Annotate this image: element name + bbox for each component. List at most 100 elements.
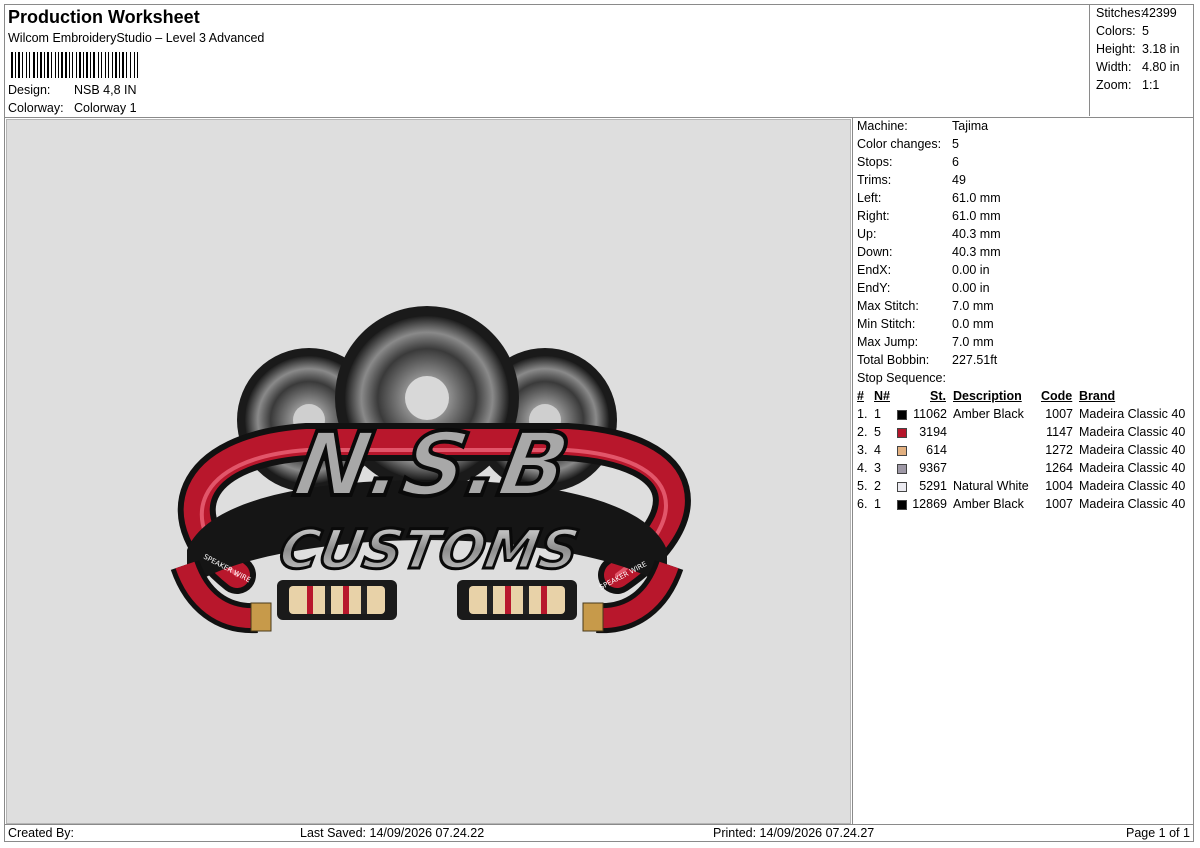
machine-info-label: Left: — [857, 191, 882, 205]
machine-info-value: 6 — [952, 155, 959, 169]
row-needle: 1 — [874, 407, 881, 421]
left-connector — [277, 580, 397, 620]
machine-info-label: Up: — [857, 227, 877, 241]
row-stitches: 3194 — [919, 425, 947, 439]
thread-color-swatch — [897, 428, 907, 438]
stat-colors: Colors: 5 — [1096, 24, 1149, 38]
stitches-value: 42399 — [1142, 6, 1177, 20]
thread-color-swatch — [897, 482, 907, 492]
machine-info-value: 40.3 mm — [952, 227, 1001, 241]
machine-info-label: EndY: — [857, 281, 891, 295]
row-needle: 1 — [874, 497, 881, 511]
colors-value: 5 — [1142, 24, 1149, 38]
machine-info-label: Max Jump: — [857, 335, 919, 349]
row-description: Natural White — [953, 479, 1029, 493]
panel-divider — [852, 117, 853, 824]
page-title: Production Worksheet — [8, 7, 200, 27]
row-code: 1004 — [1045, 479, 1073, 493]
machine-info-value: 7.0 mm — [952, 335, 994, 349]
stitches-label: Stitches: — [1096, 6, 1144, 20]
footer-divider — [4, 824, 1194, 825]
height-value: 3.18 in — [1142, 42, 1180, 56]
row-brand: Madeira Classic 40 — [1079, 461, 1186, 475]
logo-nsb-text: N.S.B — [288, 414, 577, 516]
right-connector — [457, 580, 577, 620]
row-brand: Madeira Classic 40 — [1079, 479, 1186, 493]
col-header-needle: N# — [874, 389, 890, 403]
row-number: 5. — [857, 479, 868, 493]
page-number: Page 1 of 1 — [1126, 826, 1190, 840]
thread-color-swatch — [897, 500, 907, 510]
machine-info-value: 227.51ft — [952, 353, 998, 367]
machine-info-value: 61.0 mm — [952, 191, 1001, 205]
header-divider — [4, 117, 1194, 118]
row-brand: Madeira Classic 40 — [1079, 425, 1186, 439]
machine-info-label: Color changes: — [857, 137, 942, 151]
software-name: Wilcom EmbroideryStudio – Level 3 Advanc… — [8, 31, 265, 45]
row-needle: 5 — [874, 425, 881, 439]
machine-info-value: 0.00 in — [952, 263, 990, 277]
design-row: Design: NSB 4,8 IN — [8, 83, 137, 97]
colorway-label: Colorway: — [8, 101, 64, 115]
machine-info-label: Total Bobbin: — [857, 353, 930, 367]
row-needle: 4 — [874, 443, 881, 457]
colorway-value: Colorway 1 — [74, 101, 137, 115]
height-label: Height: — [1096, 42, 1136, 56]
machine-info-label: Max Stitch: — [857, 299, 919, 313]
col-header-description: Description — [953, 389, 1022, 403]
machine-info-value: 40.3 mm — [952, 245, 1001, 259]
stat-zoom: Zoom: 1:1 — [1096, 78, 1159, 92]
row-code: 1007 — [1045, 407, 1073, 421]
zoom-label: Zoom: — [1096, 78, 1132, 92]
stat-height: Height: 3.18 in — [1096, 42, 1180, 56]
design-value: NSB 4,8 IN — [74, 83, 137, 97]
row-number: 6. — [857, 497, 868, 511]
row-brand: Madeira Classic 40 — [1079, 407, 1186, 421]
stats-box: Stitches:42399 Colors: 5 Height: 3.18 in W… — [1089, 4, 1194, 116]
width-label: Width: — [1096, 60, 1132, 74]
row-stitches: 11062 — [913, 407, 947, 421]
col-header-brand: Brand — [1079, 389, 1116, 403]
design-label: Design: — [8, 83, 51, 97]
machine-info-value: 49 — [952, 173, 966, 187]
row-needle: 2 — [874, 479, 881, 493]
machine-info-value: 7.0 mm — [952, 299, 994, 313]
machine-info-value: 0.0 mm — [952, 317, 994, 331]
row-number: 3. — [857, 443, 868, 457]
design-preview: N.S.B CUSTOMS SPEAKER WIRE SPEAKER WIRE — [6, 119, 851, 824]
row-description: Amber Black — [953, 407, 1024, 421]
row-code: 1147 — [1046, 425, 1073, 439]
machine-info-label: Stop Sequence: — [857, 371, 946, 385]
row-needle: 3 — [874, 461, 881, 475]
thread-color-swatch — [897, 410, 907, 420]
row-stitches: 9367 — [919, 461, 947, 475]
colorway-row: Colorway: Colorway 1 — [8, 101, 137, 115]
zoom-value: 1:1 — [1142, 78, 1160, 92]
printed-date: Printed: 14/09/2026 07.24.27 — [713, 826, 875, 840]
machine-info-label: Right: — [857, 209, 890, 223]
machine-info-label: EndX: — [857, 263, 892, 277]
row-code: 1264 — [1045, 461, 1073, 475]
machine-info-label: Stops: — [857, 155, 893, 169]
machine-info-value: 5 — [952, 137, 959, 151]
width-value: 4.80 in — [1142, 60, 1180, 74]
row-number: 4. — [857, 461, 868, 475]
colors-label: Colors: — [1096, 24, 1136, 38]
logo-customs-text: CUSTOMS — [275, 517, 584, 581]
row-brand: Madeira Classic 40 — [1079, 497, 1186, 511]
row-code: 1007 — [1045, 497, 1073, 511]
col-header-stitches: St. — [930, 389, 946, 403]
row-stitches: 614 — [926, 443, 947, 457]
thread-color-swatch — [897, 464, 907, 474]
row-description: Amber Black — [953, 497, 1024, 511]
row-brand: Madeira Classic 40 — [1079, 443, 1186, 457]
machine-info-label: Trims: — [857, 173, 892, 187]
col-header-number: # — [857, 389, 864, 403]
stat-width: Width: 4.80 in — [1096, 60, 1180, 74]
machine-info-label: Machine: — [857, 119, 908, 133]
col-header-code: Code — [1041, 389, 1073, 403]
machine-info-label: Down: — [857, 245, 893, 259]
stat-stitches: Stitches:42399 — [1096, 6, 1177, 20]
row-code: 1272 — [1045, 443, 1073, 457]
row-stitches: 12869 — [912, 497, 947, 511]
